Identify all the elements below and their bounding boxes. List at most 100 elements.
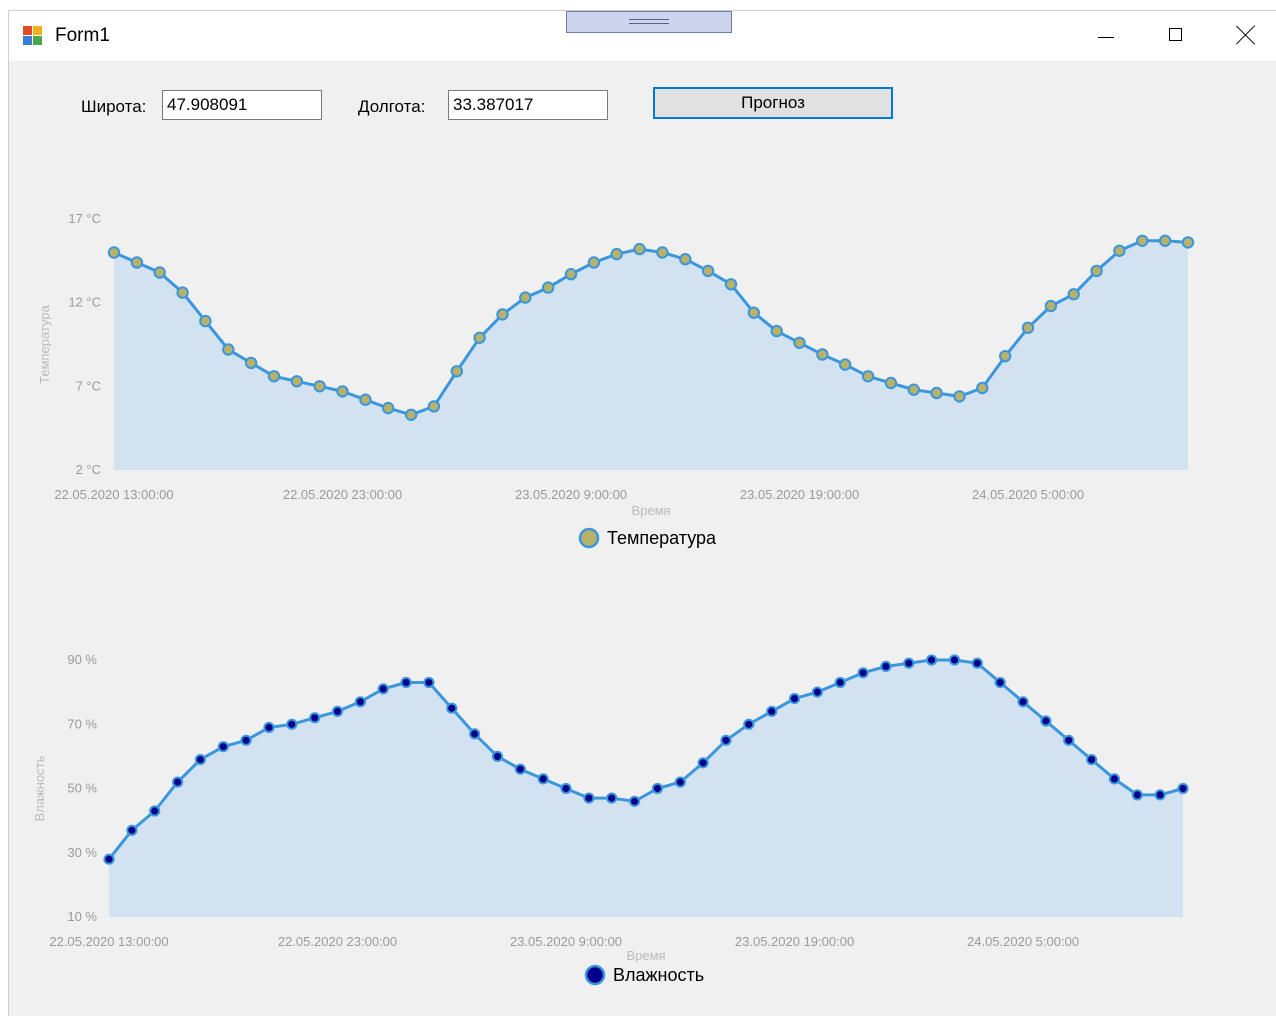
data-point (1017, 696, 1029, 708)
window-title: Form1 (55, 25, 110, 46)
y-tick-label: 50 % (67, 781, 97, 796)
longitude-input[interactable] (448, 90, 608, 120)
data-point (149, 805, 161, 817)
temperature-chart: 2 °C 7 °C 12 °C 17 °C 22.05.2020 13:00:00 22.… (37, 211, 1195, 549)
app-icon (23, 26, 43, 46)
data-point (400, 676, 412, 689)
legend-label: Температура (607, 528, 717, 548)
data-point (354, 696, 366, 708)
y-tick-label: 90 % (67, 652, 97, 667)
data-point (720, 734, 732, 746)
data-point (130, 256, 144, 269)
data-point (1021, 321, 1035, 335)
resize-grip-handle[interactable] (566, 11, 732, 33)
data-point (176, 286, 189, 299)
close-button[interactable] (1209, 11, 1276, 61)
data-point (1108, 773, 1121, 785)
data-point (560, 782, 572, 795)
y-tick-label: 30 % (67, 845, 97, 860)
data-point (656, 246, 669, 259)
main-window: Form1 Широта: Долгота: Прогноз 2 °C 7 °C 1… (8, 10, 1276, 1016)
data-point (724, 278, 738, 291)
x-tick-label: 22.05.2020 13:00:00 (49, 934, 168, 949)
data-point (519, 291, 532, 304)
data-point (377, 683, 389, 695)
x-tick-label: 23.05.2020 9:00:00 (515, 487, 627, 502)
x-tick-label: 22.05.2020 23:00:00 (278, 934, 397, 949)
data-point (999, 350, 1012, 363)
data-point (336, 385, 349, 398)
data-point (537, 773, 549, 785)
y-tick-label: 2 °C (76, 462, 101, 477)
data-point (1086, 754, 1098, 766)
data-point (903, 657, 915, 669)
maximize-icon (1169, 28, 1182, 41)
data-point (514, 763, 526, 775)
data-point (743, 718, 755, 730)
data-point (172, 776, 184, 788)
data-point (679, 252, 692, 266)
data-point (839, 358, 852, 371)
data-point (1181, 236, 1195, 249)
forecast-button[interactable]: Прогноз (653, 87, 893, 119)
data-point (126, 824, 138, 836)
data-point (313, 380, 326, 393)
data-point (861, 370, 875, 383)
data-point (1113, 244, 1126, 257)
legend-marker-icon (584, 964, 606, 986)
data-point (331, 705, 344, 718)
data-point (884, 376, 898, 390)
data-point (290, 375, 303, 388)
data-point (222, 343, 235, 356)
data-point (606, 792, 618, 804)
y-tick-label: 17 °C (68, 211, 101, 226)
data-point (469, 728, 481, 740)
data-point (816, 348, 829, 361)
latitude-label: Широта: (81, 97, 147, 116)
x-axis-title: Время (626, 948, 665, 963)
minimize-button[interactable] (1069, 11, 1139, 61)
data-point (674, 776, 686, 788)
data-point (423, 676, 435, 689)
x-tick-label: 23.05.2020 19:00:00 (735, 934, 854, 949)
data-point (450, 365, 463, 378)
data-point (994, 676, 1006, 689)
data-point (583, 792, 595, 804)
data-point (244, 356, 258, 370)
data-point (1131, 789, 1143, 801)
maximize-button[interactable] (1139, 11, 1209, 61)
data-point (286, 718, 298, 730)
y-axis-title: Влажность (32, 755, 47, 821)
data-point (948, 654, 961, 666)
data-point (359, 393, 372, 406)
data-point (240, 734, 252, 746)
y-axis-title: Температура (37, 304, 52, 384)
data-point (629, 795, 641, 807)
data-point (834, 676, 846, 689)
data-point (976, 381, 989, 395)
title-bar[interactable]: Form1 (9, 11, 1276, 61)
data-point (811, 686, 824, 698)
y-tick-label: 70 % (67, 716, 97, 731)
data-point (496, 308, 509, 321)
data-point (930, 386, 943, 400)
data-point (263, 721, 275, 734)
data-point (267, 370, 281, 383)
data-point (747, 306, 760, 319)
data-point (1067, 288, 1080, 301)
data-point (1040, 715, 1052, 727)
minimize-icon (1098, 37, 1114, 38)
data-point (1177, 782, 1189, 795)
x-tick-label: 24.05.2020 5:00:00 (967, 934, 1079, 949)
latitude-input[interactable] (162, 90, 322, 120)
data-point (473, 331, 486, 345)
data-point (907, 383, 920, 396)
x-tick-label: 23.05.2020 19:00:00 (740, 487, 859, 502)
data-point (564, 268, 578, 281)
data-point (1090, 264, 1103, 278)
data-point (651, 782, 664, 795)
data-point (194, 754, 206, 766)
data-point (697, 757, 709, 769)
data-point (610, 247, 623, 261)
data-point (107, 246, 121, 259)
